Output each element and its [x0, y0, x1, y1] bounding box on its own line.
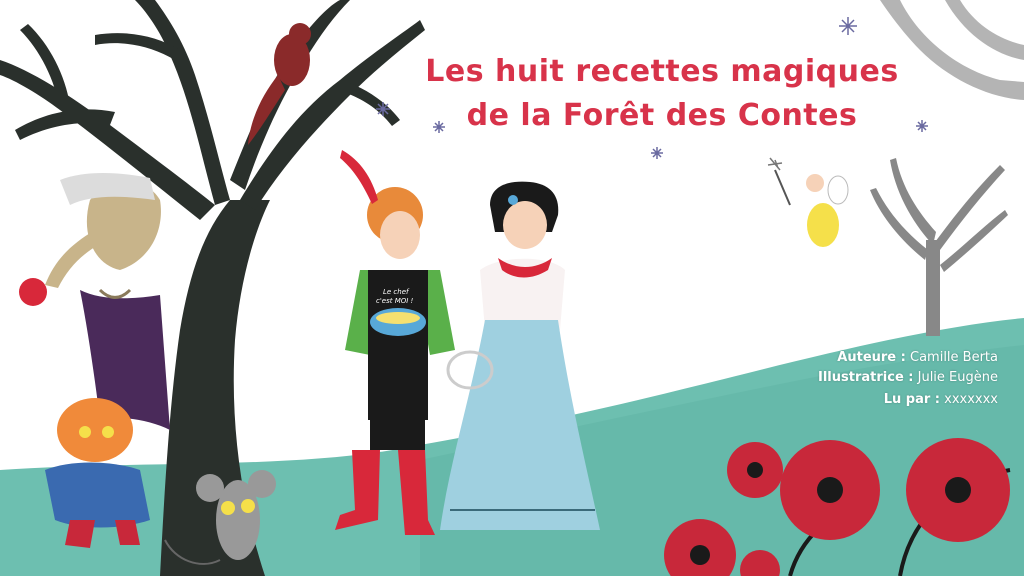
credit-author: Auteure : Camille Berta — [837, 350, 998, 365]
credit-reader: Lu par : xxxxxxx — [884, 392, 998, 407]
illustrator-label: Illustratrice : — [818, 370, 914, 385]
reader-name: xxxxxxx — [944, 392, 998, 407]
reader-label: Lu par : — [883, 392, 940, 407]
title-line-1: Les huit recettes magiques — [425, 54, 899, 89]
title-line-2: de la Forêt des Contes — [466, 98, 858, 133]
apron-text-line-2: c'est MOI ! — [376, 297, 414, 305]
apron-text-line-1: Le chef — [383, 288, 409, 296]
author-label: Auteure : — [837, 350, 906, 365]
credit-illustrator: Illustratrice : Julie Eugène — [818, 370, 998, 385]
author-name: Camille Berta — [910, 350, 998, 365]
illustrator-name: Julie Eugène — [917, 370, 998, 385]
